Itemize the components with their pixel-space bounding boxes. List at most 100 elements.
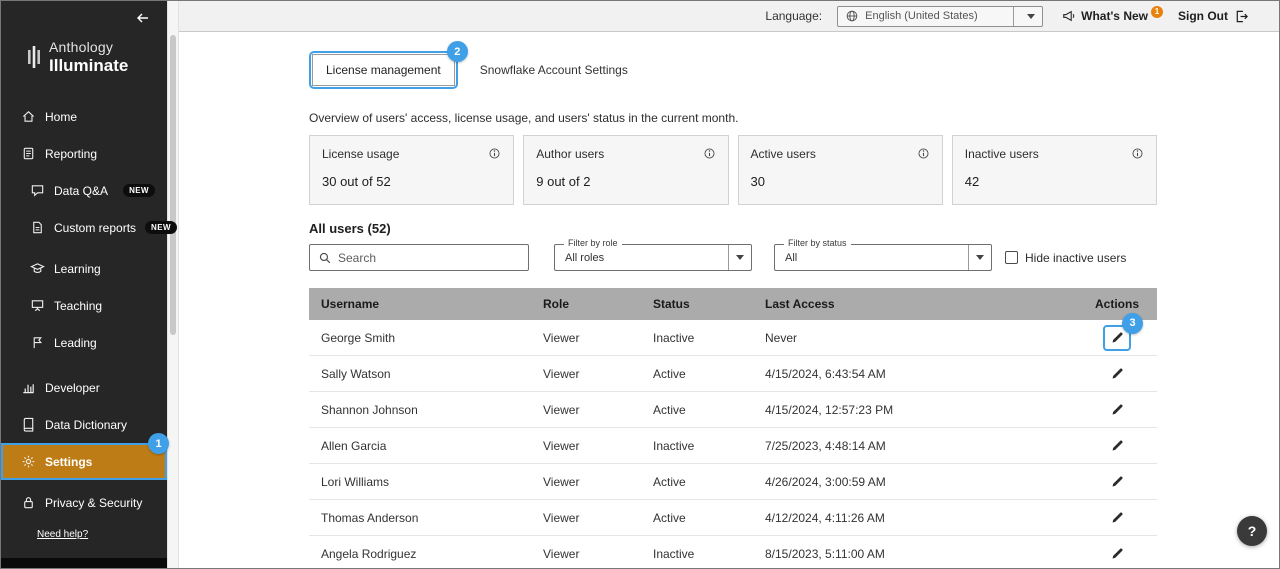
table-row: George SmithViewerInactiveNever3 <box>309 320 1157 356</box>
stat-card-inactive-users: Inactive users 42 <box>952 135 1157 205</box>
filter-role-value: All roles <box>555 252 728 264</box>
sidebar-nav: Home Reporting Data Q&ANEWCustom reportsNE… <box>1 98 167 521</box>
info-icon[interactable] <box>1131 147 1144 160</box>
stat-card-license-usage: License usage30 out of 52 <box>309 135 514 205</box>
info-icon[interactable] <box>488 147 501 160</box>
cell-status: Active <box>641 367 753 381</box>
cell-role: Viewer <box>531 439 641 453</box>
edit-user-button[interactable]: 3 <box>1103 325 1131 351</box>
stat-value: 30 out of 52 <box>322 174 501 189</box>
info-icon[interactable] <box>703 147 716 160</box>
scrollbar-thumb[interactable] <box>170 35 176 335</box>
sidebar-item-home[interactable]: Home <box>1 98 167 135</box>
search-icon <box>318 251 332 265</box>
edit-user-button[interactable] <box>1103 361 1131 387</box>
language-select[interactable]: English (United States) <box>837 6 1043 27</box>
sidebar-item-label: Learning <box>54 262 101 276</box>
sidebar-item-data-q-a[interactable]: Data Q&ANEW <box>1 172 167 209</box>
stat-label: Author users <box>536 147 604 161</box>
cell-actions <box>1077 469 1157 495</box>
cell-last-access: 4/12/2024, 4:11:26 AM <box>753 511 1077 525</box>
table-header-row: Username Role Status Last Access Actions <box>309 288 1157 320</box>
sidebar-item-teaching[interactable]: Teaching <box>1 287 167 324</box>
cell-role: Viewer <box>531 547 641 561</box>
cell-username: Allen Garcia <box>309 439 531 453</box>
sidebar-item-label: Data Dictionary <box>45 418 127 432</box>
main-content: License management 2 Snowflake Account S… <box>179 32 1279 568</box>
col-header-actions: Actions <box>1077 297 1157 311</box>
edit-user-button[interactable] <box>1103 541 1131 567</box>
col-header-role: Role <box>531 297 641 311</box>
pencil-icon <box>1110 510 1125 525</box>
collapse-sidebar-icon[interactable] <box>135 10 151 26</box>
pencil-icon <box>1110 366 1125 381</box>
sidebar-item-privacy-security[interactable]: Privacy & Security <box>1 484 167 521</box>
sidebar-item-label: Leading <box>54 336 97 350</box>
tab-bar: License management 2 Snowflake Account S… <box>309 51 1157 89</box>
filter-by-status-select[interactable]: Filter by status All <box>774 244 992 271</box>
stat-label: Inactive users <box>965 147 1039 161</box>
sidebar-item-reporting[interactable]: Reporting <box>1 135 167 172</box>
help-button[interactable]: ? <box>1237 516 1267 546</box>
search-box[interactable] <box>309 244 529 271</box>
sidebar-item-data-dictionary[interactable]: Data Dictionary <box>1 406 167 443</box>
stat-label: Active users <box>751 147 816 161</box>
app-window: Anthology Illuminate HomeReportingData Q… <box>0 0 1280 569</box>
table-row: Shannon JohnsonViewerActive4/15/2024, 12… <box>309 392 1157 428</box>
stats-row: License usage30 out of 52Author users9 o… <box>309 135 1157 205</box>
pencil-icon <box>1110 474 1125 489</box>
whats-new-count-badge: 1 <box>1151 6 1163 18</box>
edit-user-button[interactable] <box>1103 397 1131 423</box>
megaphone-icon <box>1062 9 1076 23</box>
sidebar-item-custom-reports[interactable]: Custom reportsNEW <box>1 209 167 246</box>
tab-snowflake-account-settings[interactable]: Snowflake Account Settings <box>480 63 628 77</box>
table-row: Allen GarciaViewerInactive7/25/2023, 4:4… <box>309 428 1157 464</box>
cell-status: Active <box>641 511 753 525</box>
cell-role: Viewer <box>531 403 641 417</box>
callout-1: 1 <box>148 433 169 454</box>
hide-inactive-users-toggle[interactable]: Hide inactive users <box>1005 251 1126 265</box>
whats-new-button[interactable]: What's New 1 <box>1062 9 1163 23</box>
cell-username: George Smith <box>309 331 531 345</box>
cell-role: Viewer <box>531 511 641 525</box>
stat-value: 42 <box>965 174 1144 189</box>
sidebar-item-label: Teaching <box>54 299 102 313</box>
tab-license-management[interactable]: License management <box>312 54 455 86</box>
cell-last-access: 4/15/2024, 6:43:54 AM <box>753 367 1077 381</box>
info-icon[interactable] <box>917 147 930 160</box>
cell-username: Shannon Johnson <box>309 403 531 417</box>
need-help-link[interactable]: Need help? <box>37 529 88 540</box>
settings-page: License management 2 Snowflake Account S… <box>309 32 1157 569</box>
chat-icon <box>30 183 45 198</box>
callout-3: 3 <box>1122 313 1143 334</box>
edit-user-button[interactable] <box>1103 505 1131 531</box>
edit-user-button[interactable] <box>1103 433 1131 459</box>
cell-status: Inactive <box>641 547 753 561</box>
cell-username: Angela Rodriguez <box>309 547 531 561</box>
sidebar-item-label: Custom reports <box>54 221 136 235</box>
sign-out-button[interactable]: Sign Out <box>1178 9 1249 24</box>
cell-actions <box>1077 361 1157 387</box>
cell-actions <box>1077 397 1157 423</box>
caret-down-icon <box>976 255 984 260</box>
sidebar-item-leading[interactable]: Leading <box>1 324 167 361</box>
filter-by-role-select[interactable]: Filter by role All roles <box>554 244 752 271</box>
cell-role: Viewer <box>531 475 641 489</box>
language-value: English (United States) <box>865 10 1007 22</box>
cell-status: Inactive <box>641 331 753 345</box>
hide-inactive-checkbox[interactable] <box>1005 251 1018 264</box>
sidebar-item-developer[interactable]: Developer <box>1 369 167 406</box>
users-table: Username Role Status Last Access Actions… <box>309 288 1157 569</box>
cell-username: Sally Watson <box>309 367 531 381</box>
cell-actions <box>1077 433 1157 459</box>
search-input[interactable] <box>338 251 520 265</box>
sidebar-item-settings[interactable]: Settings1 <box>1 443 167 480</box>
vertical-scrollbar[interactable] <box>167 1 179 568</box>
sidebar-item-learning[interactable]: Learning <box>1 250 167 287</box>
cell-role: Viewer <box>531 331 641 345</box>
edit-user-button[interactable] <box>1103 469 1131 495</box>
filter-role-label: Filter by role <box>564 238 622 249</box>
col-header-status: Status <box>641 297 753 311</box>
pencil-icon <box>1110 438 1125 453</box>
sidebar-item-label: Reporting <box>45 147 97 161</box>
